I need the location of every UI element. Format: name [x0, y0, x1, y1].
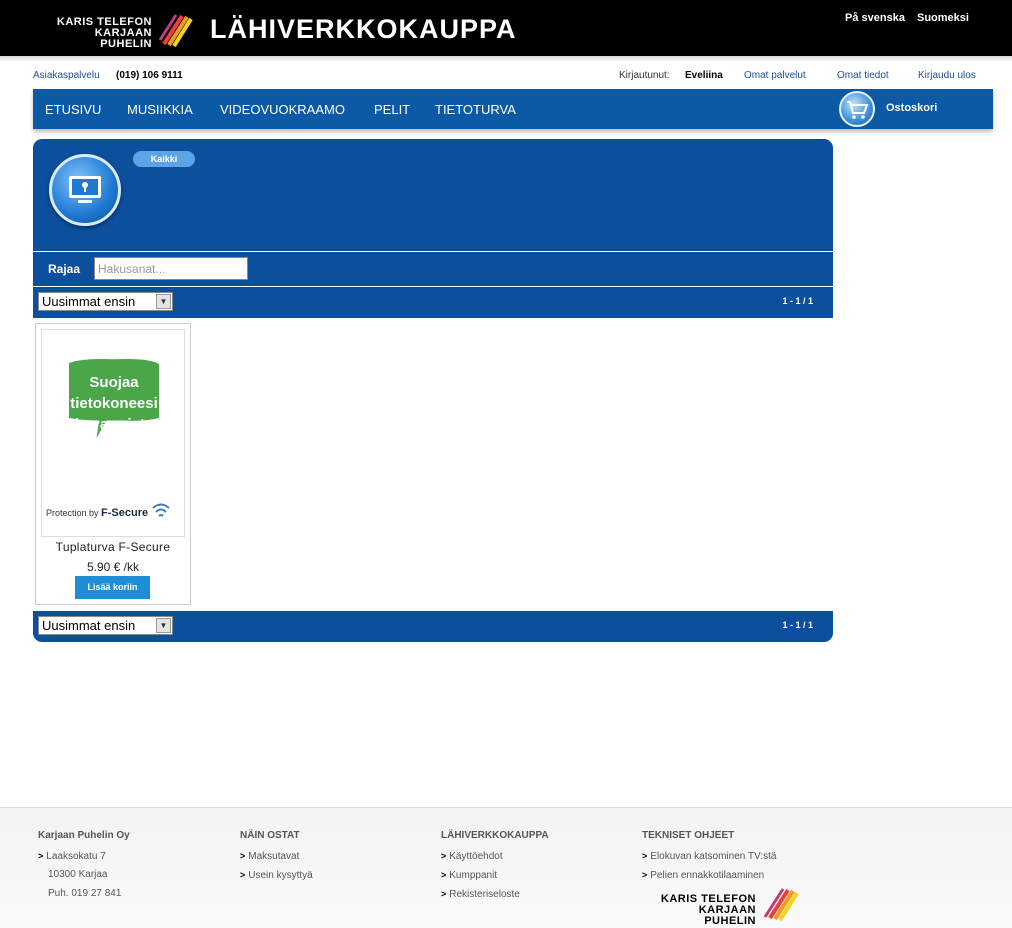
wifi-signal-icon — [151, 503, 170, 517]
promo-line4: tiedostosi! — [76, 437, 152, 454]
product-price: 5.90 € /kk — [86, 560, 140, 574]
add-to-cart-button[interactable]: Lisää koriin — [75, 576, 150, 599]
brand-name: F-Secure — [101, 507, 149, 519]
footer-link-payment[interactable]: > Maksutavat — [240, 849, 313, 868]
chevron-down-icon[interactable]: ▼ — [156, 618, 171, 633]
product-image[interactable]: Suojaa tietokoneesi ja varmista tiedosto… — [41, 329, 185, 537]
footer-link-tv-movies[interactable]: > Elokuvan katsominen TV:stä — [642, 849, 776, 868]
logged-in-label: Kirjautunut: — [619, 70, 670, 81]
footer-link-faq[interactable]: > Usein kysyttyä — [240, 868, 313, 887]
footer-address-line: 10300 Karjaa — [48, 869, 108, 880]
chevron-right-icon: > — [240, 870, 246, 880]
site-footer: Karjaan Puhelin Oy > Laaksokatu 7 10300 K… — [0, 807, 1012, 928]
site-header: KARIS TELEFON KARJAAN PUHELIN LÄHIVERKKO… — [0, 0, 1012, 56]
sort-bar-top: Uusimmat ensin ▼ 1 - 1 / 1 — [33, 287, 833, 318]
promo-text: Suojaa tietokoneesi ja varmista tiedosto… — [42, 372, 184, 456]
main-nav: ETUSIVU MUSIIKKIA VIDEOVUOKRAAMO PELIT T… — [33, 89, 993, 129]
sort-select-top[interactable]: Uusimmat ensin ▼ — [38, 292, 173, 311]
footer-link-partners[interactable]: > Kumppanit — [441, 868, 549, 887]
chevron-right-icon: > — [642, 851, 648, 861]
shopping-cart-icon[interactable] — [839, 91, 875, 127]
footer-address-line: > Laaksokatu 7 — [38, 851, 106, 862]
chevron-right-icon: > — [642, 870, 648, 880]
security-monitor-icon — [49, 154, 121, 226]
footer-how-to-buy-title: NÄIN OSTAT — [240, 830, 300, 841]
lang-finnish-link[interactable]: Suomeksi — [917, 12, 969, 24]
promo-line3: ja varmista — [74, 416, 154, 433]
cart-label[interactable]: Ostoskori — [886, 102, 937, 114]
footer-link-privacy[interactable]: > Rekisteriseloste — [441, 887, 549, 906]
footer-link-terms[interactable]: > Käyttöehdot — [441, 849, 549, 868]
chevron-right-icon: > — [38, 851, 44, 861]
footer-tech: TEKNISET OHJEET > Elokuvan katsominen TV:… — [642, 830, 776, 887]
footer-how-to-buy: NÄIN OSTAT > Maksutavat > Usein kysyttyä — [240, 830, 313, 887]
sort-select-bottom[interactable]: Uusimmat ensin ▼ — [38, 616, 173, 635]
nav-item-home[interactable]: ETUSIVU — [45, 102, 101, 117]
footer-shop-title: LÄHIVERKKOKAUPPA — [441, 830, 549, 841]
product-card: Suojaa tietokoneesi ja varmista tiedosto… — [35, 323, 191, 605]
nav-item-video-rental[interactable]: VIDEOVUOKRAAMO — [220, 102, 345, 117]
keyword-search-input[interactable] — [94, 257, 248, 280]
nav-item-security[interactable]: TIETOTURVA — [435, 102, 516, 117]
cart-glyph-icon — [847, 101, 869, 119]
promo-line1: Suojaa — [89, 374, 139, 391]
monitor-lock-glyph-icon — [69, 176, 101, 203]
footer-logo-stripes-icon — [763, 888, 799, 921]
chevron-right-icon: > — [441, 870, 447, 880]
filter-row: Rajaa — [33, 252, 833, 286]
sort-bar-bottom: Uusimmat ensin ▼ 1 - 1 / 1 — [33, 611, 833, 642]
footer-shop: LÄHIVERKKOKAUPPA > Käyttöehdot > Kumppanit… — [441, 830, 549, 906]
product-name[interactable]: Tuplaturva F-Secure — [36, 540, 190, 554]
sort-selected-value: Uusimmat ensin — [42, 294, 136, 309]
pager-info-bottom: 1 - 1 / 1 — [782, 620, 813, 630]
site-title: LÄHIVERKKOKAUPPA — [210, 14, 517, 44]
footer-logo: KARIS TELEFON KARJAAN PUHELIN — [645, 894, 756, 927]
logo-stripes-icon — [158, 14, 193, 48]
service-row: Asiakaspalvelu (019) 106 9111 Kirjautunu… — [0, 68, 1012, 84]
footer-company: Karjaan Puhelin Oy > Laaksokatu 7 10300 K… — [38, 830, 130, 906]
customer-service-phone: (019) 106 9111 — [116, 70, 183, 81]
logo-line2: KARJAAN PUHELIN — [94, 27, 152, 50]
logo[interactable]: KARIS TELEFON KARJAAN PUHELIN — [40, 17, 152, 50]
filter-label: Rajaa — [48, 262, 81, 276]
category-all-pill[interactable]: Kaikki — [133, 151, 195, 167]
category-panel: Kaikki — [33, 139, 833, 251]
lang-swedish-link[interactable]: På svenska — [845, 12, 905, 24]
nav-item-music[interactable]: MUSIIKKIA — [127, 102, 193, 117]
fsecure-brand: Protection by F-Secure — [46, 502, 171, 520]
footer-link-preorder[interactable]: > Pelien ennakkotilaaminen — [642, 868, 776, 887]
footer-phone-line: Puh. 019 27 841 — [48, 888, 122, 899]
sort-selected-value: Uusimmat ensin — [42, 618, 136, 633]
chevron-right-icon: > — [441, 889, 447, 899]
logged-in-user: Eveliina — [685, 70, 723, 81]
logout-link[interactable]: Kirjaudu ulos — [918, 70, 976, 81]
customer-service-label: Asiakaspalvelu — [33, 70, 100, 81]
footer-company-title: Karjaan Puhelin Oy — [38, 830, 130, 841]
footer-logo-line2: KARJAAN PUHELIN — [698, 904, 756, 927]
my-services-link[interactable]: Omat palvelut — [744, 70, 806, 81]
chevron-right-icon: > — [441, 851, 447, 861]
pager-info-top: 1 - 1 / 1 — [782, 296, 813, 306]
chevron-down-icon[interactable]: ▼ — [156, 294, 171, 309]
header-shadow — [0, 56, 1012, 62]
footer-tech-title: TEKNISET OHJEET — [642, 830, 735, 841]
my-details-link[interactable]: Omat tiedot — [837, 70, 889, 81]
nav-item-games[interactable]: PELIT — [374, 102, 410, 117]
chevron-right-icon: > — [240, 851, 246, 861]
protection-by-label: Protection by — [46, 508, 99, 518]
promo-line2: tietokoneesi — [70, 395, 158, 412]
